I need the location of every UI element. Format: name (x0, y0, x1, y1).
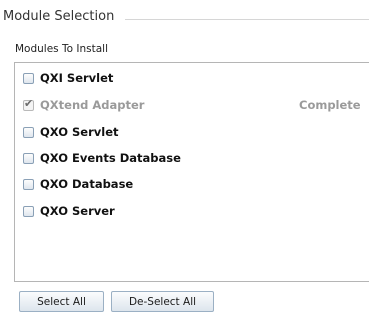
module-row-qxi-servlet[interactable]: QXI Servlet (23, 69, 369, 87)
module-selection-panel: Module Selection Modules To Install QXI … (0, 0, 369, 312)
modules-list-label: Modules To Install (15, 43, 108, 55)
checkbox[interactable] (23, 205, 34, 217)
deselect-all-button[interactable]: De-Select All (111, 291, 214, 312)
checkmark-icon: ✔ (24, 96, 34, 110)
module-row-qxo-events-database[interactable]: QXO Events Database (23, 149, 369, 167)
checkbox-checked: ✔ (23, 96, 34, 111)
checkbox[interactable] (23, 178, 34, 190)
module-row-qxtend-adapter: ✔ QXtend Adapter Complete (23, 96, 369, 114)
checkbox[interactable] (23, 72, 34, 84)
modules-list: QXI Servlet ✔ QXtend Adapter Complete QX… (14, 62, 369, 282)
group-divider (125, 19, 369, 20)
checkbox[interactable] (23, 126, 34, 138)
select-all-button[interactable]: Select All (19, 291, 104, 312)
module-label: QXO Server (40, 204, 115, 218)
module-label: QXO Database (40, 177, 134, 191)
module-row-qxo-server[interactable]: QXO Server (23, 202, 369, 220)
module-label: QXO Events Database (40, 151, 181, 165)
module-row-qxo-database[interactable]: QXO Database (23, 175, 369, 193)
group-title: Module Selection (3, 9, 115, 24)
module-label: QXtend Adapter (40, 98, 145, 112)
checkbox[interactable] (23, 152, 34, 164)
module-row-qxo-servlet[interactable]: QXO Servlet (23, 123, 369, 141)
module-label: QXO Servlet (40, 125, 119, 139)
module-label: QXI Servlet (40, 71, 114, 85)
module-status: Complete (299, 98, 361, 112)
